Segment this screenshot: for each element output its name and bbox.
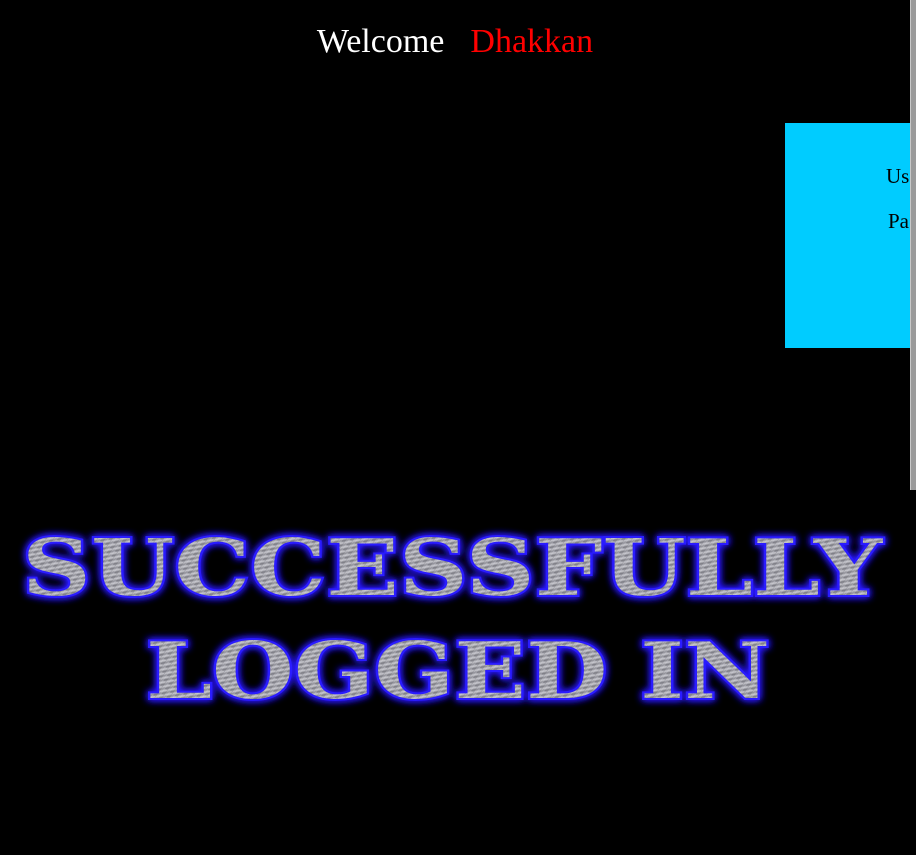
banner-line-1: SUCCESSFULLY: [22, 523, 884, 614]
page: Welcome Dhakkan Us Pa SUCCESSFULLY LOGGE…: [0, 0, 916, 855]
scrollbar-thumb[interactable]: [911, 0, 916, 490]
welcome-heading: Welcome Dhakkan: [0, 20, 910, 64]
banner-line-2: LOGGED IN: [146, 626, 770, 717]
success-banner: SUCCESSFULLY LOGGED IN: [20, 521, 886, 719]
user-name: Dhakkan: [470, 23, 594, 60]
login-panel: Us Pa: [785, 123, 916, 348]
username-label: Us: [886, 164, 910, 188]
password-label: Pa: [888, 209, 909, 233]
welcome-text: Welcome: [316, 23, 445, 60]
